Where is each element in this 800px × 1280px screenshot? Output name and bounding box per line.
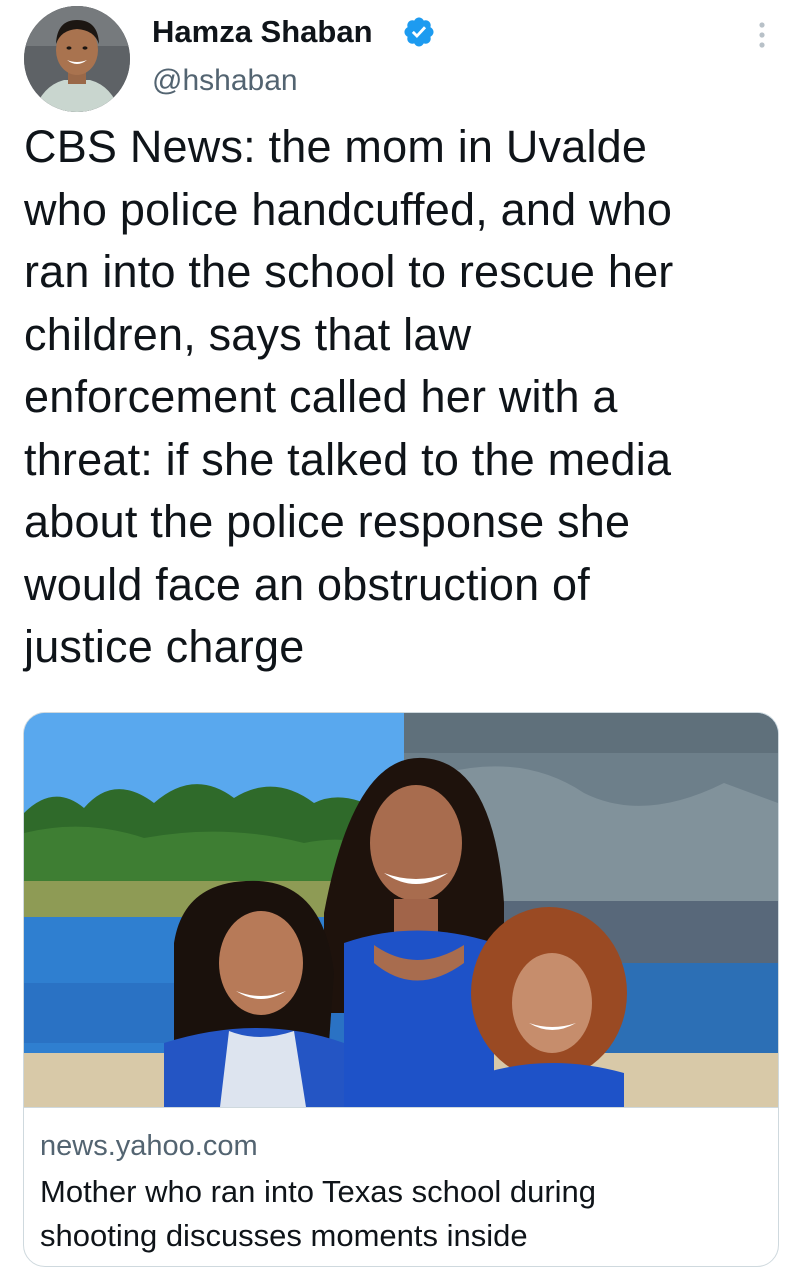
more-options-icon[interactable] xyxy=(748,18,776,52)
link-card-domain: news.yahoo.com xyxy=(40,1130,258,1162)
tweet-text: CBS News: the mom in Uvalde who police h… xyxy=(24,121,674,672)
author-name[interactable]: Hamza Shaban xyxy=(152,14,373,50)
link-card[interactable]: news.yahoo.com Mother who ran into Texas… xyxy=(23,712,779,1267)
link-card-meta: news.yahoo.com Mother who ran into Texas… xyxy=(24,1107,778,1266)
verified-badge-icon xyxy=(404,17,434,47)
avatar-photo xyxy=(24,6,130,112)
avatar[interactable] xyxy=(24,6,130,112)
link-card-image xyxy=(24,713,778,1107)
link-card-title: Mother who ran into Texas school during … xyxy=(40,1174,597,1253)
tweet: Hamza Shaban @hshaban CBS News: the mom … xyxy=(0,0,800,1280)
author-handle[interactable]: @hshaban xyxy=(152,64,298,98)
